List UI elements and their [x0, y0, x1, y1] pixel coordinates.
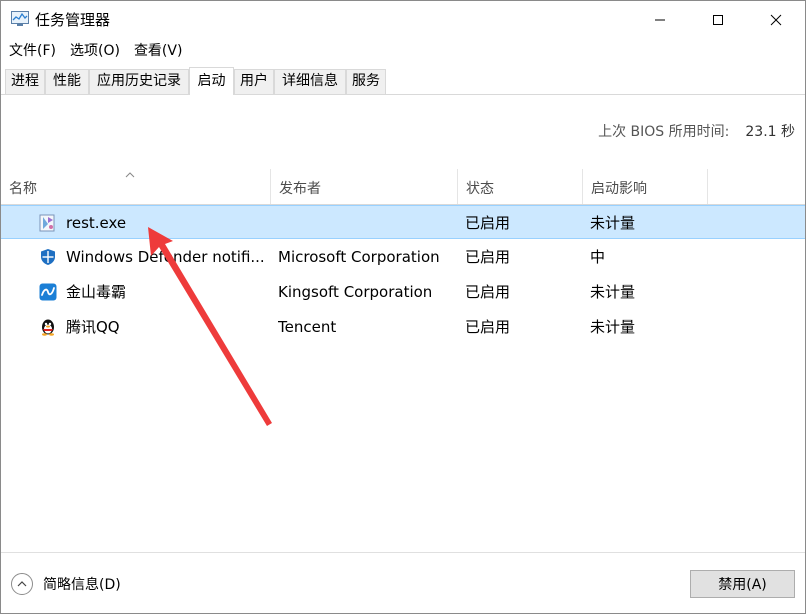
kingsoft-antivirus-icon	[39, 283, 57, 301]
row-name: rest.exe	[66, 214, 127, 232]
title-bar[interactable]: 任务管理器	[1, 1, 805, 39]
footer-divider	[1, 552, 805, 553]
table-header: 名称 发布者 状态 启动影响	[1, 169, 805, 205]
close-button[interactable]	[747, 1, 805, 39]
bios-time-value: 23.1 秒	[745, 124, 795, 140]
bios-time-label: 上次 BIOS 所用时间:	[598, 124, 730, 140]
menu-options[interactable]: 选项(O)	[66, 39, 124, 63]
minimize-button[interactable]	[631, 1, 689, 39]
close-icon	[770, 14, 782, 26]
row-publisher	[278, 206, 453, 240]
column-header-publisher[interactable]: 发布者	[271, 169, 457, 204]
tab-performance[interactable]: 性能	[45, 69, 89, 94]
task-manager-window: 任务管理器 文件(F) 选项(O) 查看(V) 进程 性能 应用历史记录 启动	[0, 0, 806, 614]
row-status: 已启用	[465, 248, 511, 266]
row-status: 已启用	[465, 214, 511, 232]
bios-time: 上次 BIOS 所用时间: 23.1 秒	[598, 121, 795, 141]
task-manager-app-icon	[11, 11, 29, 27]
row-startup-impact: 未计量	[590, 214, 636, 232]
maximize-icon	[713, 15, 723, 25]
tab-users[interactable]: 用户	[234, 69, 274, 94]
row-status: 已启用	[465, 318, 511, 336]
tab-startup[interactable]: 启动	[189, 67, 234, 95]
tab-services[interactable]: 服务	[346, 69, 386, 94]
column-divider[interactable]	[707, 169, 708, 204]
row-status: 已启用	[465, 283, 511, 301]
column-header-startup-impact[interactable]: 启动影响	[583, 169, 707, 204]
column-header-name[interactable]: 名称	[1, 169, 271, 204]
row-name: Windows Defender notifi...	[66, 248, 265, 266]
rest-exe-icon	[39, 214, 57, 232]
window-title: 任务管理器	[35, 11, 111, 29]
menu-file[interactable]: 文件(F)	[5, 39, 60, 63]
menu-view[interactable]: 查看(V)	[130, 39, 187, 63]
menu-bar: 文件(F) 选项(O) 查看(V)	[1, 39, 805, 63]
tab-app-history[interactable]: 应用历史记录	[89, 69, 189, 94]
table-row[interactable]: 金山毒霸 Kingsoft Corporation 已启用 未计量	[1, 275, 805, 309]
row-name: 腾讯QQ	[66, 318, 120, 336]
brief-info-toggle[interactable]: 简略信息(D)	[11, 572, 121, 596]
table-row[interactable]: Windows Defender notifi... Microsoft Cor…	[1, 240, 805, 274]
row-name: 金山毒霸	[66, 283, 127, 301]
tab-processes[interactable]: 进程	[5, 69, 45, 94]
row-startup-impact: 未计量	[590, 283, 636, 301]
table-row[interactable]: rest.exe 已启用 未计量	[1, 205, 805, 239]
disable-button[interactable]: 禁用(A)	[690, 570, 795, 598]
maximize-button[interactable]	[689, 1, 747, 39]
tab-bar: 进程 性能 应用历史记录 启动 用户 详细信息 服务	[1, 67, 805, 95]
row-startup-impact: 未计量	[590, 318, 636, 336]
row-publisher: Microsoft Corporation	[278, 248, 440, 266]
minimize-icon	[655, 19, 665, 21]
windows-defender-icon	[39, 248, 57, 266]
table-row[interactable]: 腾讯QQ Tencent 已启用 未计量	[1, 310, 805, 344]
row-startup-impact: 中	[590, 248, 606, 266]
column-header-status[interactable]: 状态	[458, 169, 582, 204]
row-publisher: Kingsoft Corporation	[278, 283, 433, 301]
chevron-up-icon	[11, 573, 33, 595]
brief-info-label: 简略信息(D)	[43, 577, 121, 593]
tab-details[interactable]: 详细信息	[274, 69, 346, 94]
qq-penguin-icon	[39, 318, 57, 336]
row-publisher: Tencent	[278, 318, 337, 336]
